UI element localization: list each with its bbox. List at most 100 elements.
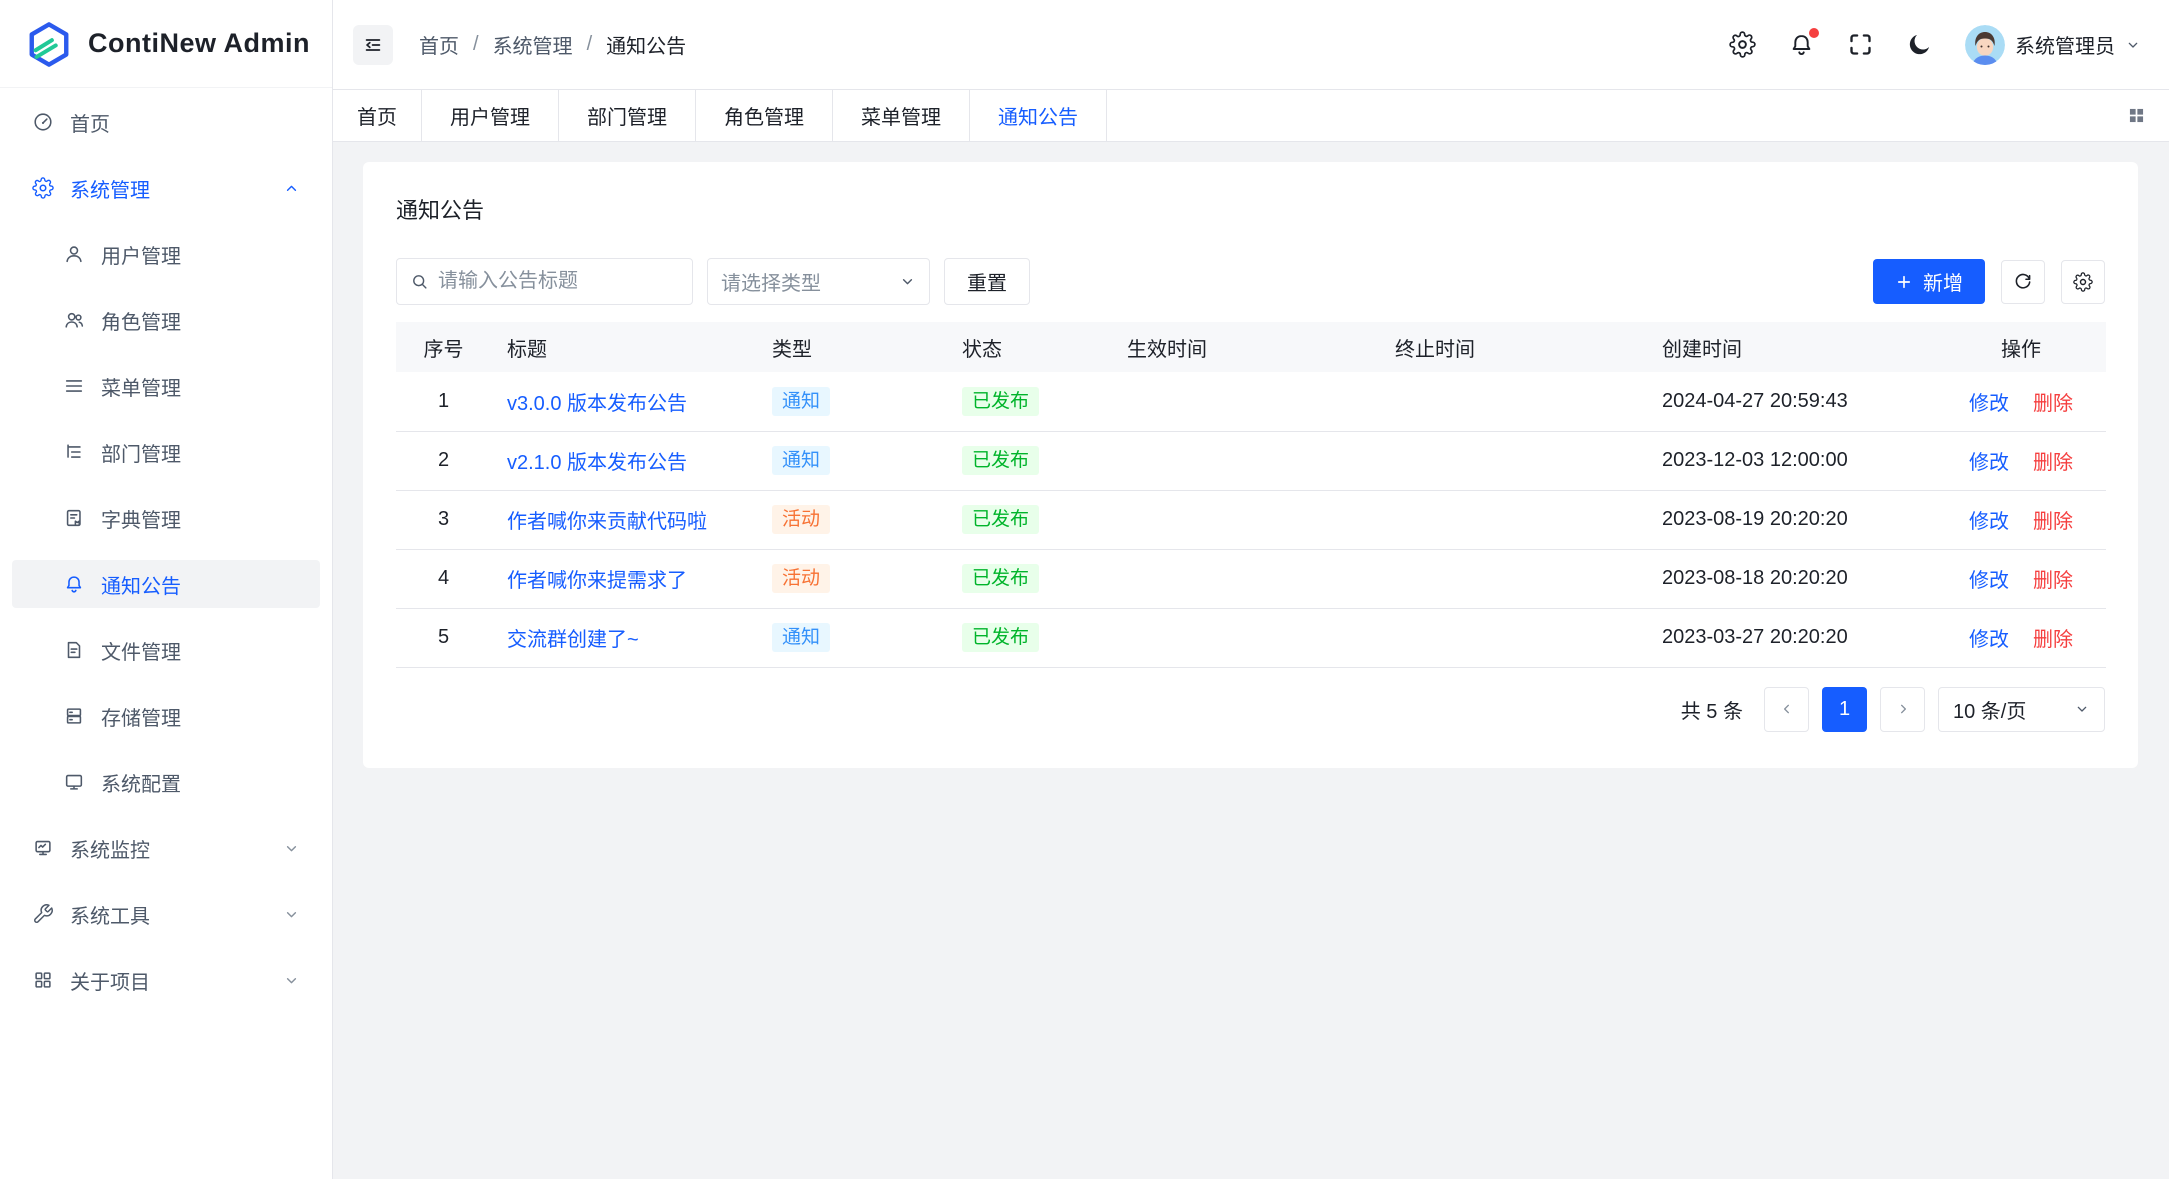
dark-mode-moon-icon [1906, 31, 1933, 58]
cell-end-time [1379, 549, 1646, 608]
sidebar-collapse-button[interactable] [353, 25, 393, 65]
cell-created-time: 2024-04-27 20:59:43 [1646, 372, 1936, 431]
sidebar-item-notice[interactable]: 通知公告 [12, 560, 320, 608]
sidebar-item-label: 文件管理 [101, 636, 181, 665]
chevron-down-icon [2125, 37, 2141, 53]
type-tag: 活动 [772, 505, 830, 534]
sidebar-item-file-management[interactable]: 文件管理 [12, 626, 320, 674]
page-size-select[interactable]: 10 条/页 [1938, 687, 2105, 732]
edit-link[interactable]: 修改 [1969, 452, 2009, 474]
chevron-down-icon [2074, 701, 2090, 717]
next-page-button[interactable] [1880, 687, 1925, 732]
notice-title-link[interactable]: 交流群创建了~ [507, 623, 639, 652]
notice-title-link[interactable]: v2.1.0 版本发布公告 [507, 446, 687, 475]
edit-link[interactable]: 修改 [1969, 511, 2009, 533]
sidebar-item-system-tools[interactable]: 系统工具 [12, 890, 320, 938]
search-input[interactable] [438, 270, 679, 293]
settings-gear-icon [32, 177, 54, 199]
notice-title-link[interactable]: 作者喊你来提需求了 [507, 564, 687, 593]
user-icon [63, 243, 85, 265]
sidebar-item-label: 关于项目 [70, 966, 150, 995]
breadcrumb-separator: / [587, 33, 593, 56]
tab-label: 部门管理 [587, 101, 667, 130]
reset-button[interactable]: 重置 [944, 258, 1030, 305]
breadcrumb-item-home[interactable]: 首页 [419, 30, 459, 59]
tab-user-management[interactable]: 用户管理 [422, 90, 559, 141]
table-settings-button[interactable] [2061, 260, 2105, 304]
wrench-icon [32, 903, 54, 925]
sidebar-item-user-management[interactable]: 用户管理 [12, 230, 320, 278]
page-number-current[interactable]: 1 [1822, 687, 1867, 732]
sidebar-item-menu-management[interactable]: 菜单管理 [12, 362, 320, 410]
chevron-left-icon [1779, 701, 1795, 717]
delete-link[interactable]: 删除 [2033, 570, 2073, 592]
cell-no: 2 [396, 431, 491, 490]
delete-link[interactable]: 删除 [2033, 393, 2073, 415]
sidebar-item-label: 存储管理 [101, 702, 181, 731]
notice-title-link[interactable]: v3.0.0 版本发布公告 [507, 387, 687, 416]
chevron-down-icon [899, 273, 916, 290]
tab-notice[interactable]: 通知公告 [970, 90, 1107, 141]
tab-list-button[interactable] [2126, 90, 2169, 141]
delete-link[interactable]: 删除 [2033, 511, 2073, 533]
tab-label: 菜单管理 [861, 101, 941, 130]
column-header-no: 序号 [396, 322, 491, 372]
tab-label: 首页 [357, 101, 397, 130]
tab-dept-management[interactable]: 部门管理 [559, 90, 696, 141]
page-size-value: 10 条/页 [1953, 695, 2026, 724]
add-button[interactable]: 新增 [1873, 259, 1985, 304]
user-group-icon [63, 309, 85, 331]
dark-mode-button[interactable] [1906, 31, 1933, 58]
sidebar-item-role-management[interactable]: 角色管理 [12, 296, 320, 344]
delete-link[interactable]: 删除 [2033, 452, 2073, 474]
tab-menu-management[interactable]: 菜单管理 [833, 90, 970, 141]
notice-table: 序号 标题 类型 状态 生效时间 终止时间 创建时间 操作 1 [396, 322, 2106, 668]
refresh-button[interactable] [2001, 260, 2045, 304]
cell-created-time: 2023-12-03 12:00:00 [1646, 431, 1936, 490]
sidebar-item-about-project[interactable]: 关于项目 [12, 956, 320, 1004]
monitor-chart-icon [32, 837, 54, 859]
delete-link[interactable]: 删除 [2033, 629, 2073, 651]
sidebar-item-system-monitor[interactable]: 系统监控 [12, 824, 320, 872]
app-root: ContiNew Admin 首页 系统管理 用户管理 角色管理 [0, 0, 2169, 1179]
edit-link[interactable]: 修改 [1969, 629, 2009, 651]
status-badge: 已发布 [962, 387, 1039, 416]
sidebar-item-dict-management[interactable]: 字典管理 [12, 494, 320, 542]
status-badge: 已发布 [962, 564, 1039, 593]
sidebar-item-system-management[interactable]: 系统管理 [12, 164, 320, 212]
previous-page-button[interactable] [1764, 687, 1809, 732]
topbar-actions: 系统管理员 [1729, 25, 2141, 65]
user-menu[interactable]: 系统管理员 [1965, 25, 2141, 65]
settings-button[interactable] [1729, 31, 1756, 58]
column-header-created-time: 创建时间 [1646, 322, 1936, 372]
sidebar-item-home[interactable]: 首页 [12, 98, 320, 146]
sidebar-item-system-config[interactable]: 系统配置 [12, 758, 320, 806]
sidebar-item-storage-management[interactable]: 存储管理 [12, 692, 320, 740]
notice-title-link[interactable]: 作者喊你来贡献代码啦 [507, 505, 707, 534]
logo-row[interactable]: ContiNew Admin [0, 0, 332, 88]
breadcrumb-item-system[interactable]: 系统管理 [493, 30, 573, 59]
tabbar: 首页 用户管理 部门管理 角色管理 菜单管理 通知公告 [333, 90, 2169, 142]
cell-effective-time [1111, 372, 1379, 431]
fullscreen-button[interactable] [1847, 31, 1874, 58]
sidebar-item-label: 角色管理 [101, 306, 181, 335]
content-area: 通知公告 请选择类型 重置 新增 [333, 142, 2169, 1179]
table-row: 2 v2.1.0 版本发布公告 通知 已发布 2023-12-03 12:00:… [396, 431, 2106, 490]
status-badge: 已发布 [962, 446, 1039, 475]
edit-link[interactable]: 修改 [1969, 393, 2009, 415]
type-select[interactable]: 请选择类型 [707, 258, 930, 305]
sidebar-item-label: 系统管理 [70, 174, 150, 203]
cell-end-time [1379, 490, 1646, 549]
tab-role-management[interactable]: 角色管理 [696, 90, 833, 141]
continew-logo-icon [26, 21, 72, 67]
column-header-end-time: 终止时间 [1379, 322, 1646, 372]
notification-badge-dot [1809, 28, 1819, 38]
cell-effective-time [1111, 490, 1379, 549]
app-title: ContiNew Admin [88, 28, 310, 59]
type-tag: 通知 [772, 387, 830, 416]
sidebar-item-dept-management[interactable]: 部门管理 [12, 428, 320, 476]
tab-home[interactable]: 首页 [333, 90, 422, 141]
edit-link[interactable]: 修改 [1969, 570, 2009, 592]
notifications-button[interactable] [1788, 31, 1815, 58]
chevron-up-icon [283, 180, 300, 197]
